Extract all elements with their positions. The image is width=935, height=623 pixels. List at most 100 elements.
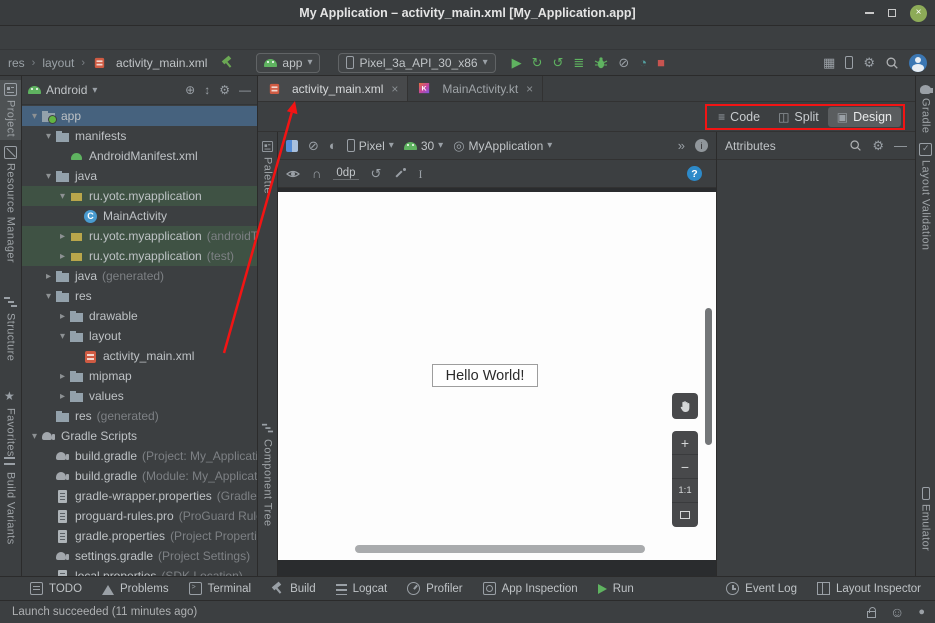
tree-chevron-icon[interactable]: ▾ xyxy=(56,191,69,202)
infer-constraints-wand-icon[interactable] xyxy=(393,167,406,180)
tree-chevron-icon[interactable]: ▾ xyxy=(56,331,69,342)
bottom-tool-button[interactable]: Build xyxy=(271,582,316,595)
bottom-tool-button[interactable]: Profiler xyxy=(407,582,462,595)
default-margin-button[interactable]: 0dp xyxy=(333,167,358,180)
tree-row[interactable]: ▸ drawable xyxy=(22,306,257,326)
view-options-eye-icon[interactable] xyxy=(286,167,300,181)
locate-file-icon[interactable]: ⊕ xyxy=(185,83,195,97)
view-mode-button[interactable]: ≡ Code xyxy=(709,107,769,127)
view-mode-button[interactable]: ▣ Design xyxy=(828,107,901,127)
orientation-icon[interactable]: ◐ xyxy=(329,139,337,152)
menu-item[interactable] xyxy=(6,36,20,40)
tree-row[interactable]: ▾ layout xyxy=(22,326,257,346)
zoom-out-button[interactable]: − xyxy=(672,455,698,479)
render-issues-icon[interactable]: i xyxy=(695,139,708,152)
avatar[interactable] xyxy=(909,54,927,72)
bottom-tool-button[interactable]: TODO xyxy=(30,582,82,595)
tool-window-button[interactable]: Project xyxy=(0,80,21,140)
run-icon[interactable]: ▶ xyxy=(512,56,522,69)
tool-window-button[interactable]: Favorites xyxy=(0,388,21,460)
tab-close-icon[interactable]: × xyxy=(526,82,533,96)
tree-row[interactable]: ▾ ru.yotc.myapplication xyxy=(22,186,257,206)
tree-row[interactable]: MainActivity xyxy=(22,206,257,226)
menu-item[interactable] xyxy=(86,36,100,40)
tool-window-button[interactable]: Build Variants xyxy=(0,452,21,548)
menu-item[interactable] xyxy=(118,36,132,40)
tree-row[interactable]: local.properties (SDK Location) xyxy=(22,566,257,576)
zoom-reset-button[interactable]: 1:1 xyxy=(672,479,698,503)
build-hammer-icon[interactable] xyxy=(221,56,234,69)
tree-row[interactable]: ▾ res xyxy=(22,286,257,306)
lock-icon[interactable] xyxy=(867,611,876,618)
autoconnect-magnet-icon[interactable]: ∩ xyxy=(312,167,321,180)
tree-row[interactable]: ▾ Gradle Scripts xyxy=(22,426,257,446)
run-config-dropdown[interactable]: app ▾ xyxy=(256,53,320,73)
menu-item[interactable] xyxy=(22,36,36,40)
bottom-tool-button[interactable]: Logcat xyxy=(336,583,388,595)
hide-panel-icon[interactable]: — xyxy=(239,83,251,97)
tree-row[interactable]: ▸ values xyxy=(22,386,257,406)
guideline-icon[interactable]: I xyxy=(418,167,422,180)
apply-changes-icon[interactable]: ↻ xyxy=(532,56,543,69)
bottom-tool-button[interactable]: Event Log xyxy=(726,582,797,595)
help-icon[interactable]: ? xyxy=(687,166,702,181)
tool-window-button[interactable]: Gradle xyxy=(916,80,935,136)
sdk-manager-icon[interactable]: ⚙ xyxy=(863,56,875,69)
device-manager-icon[interactable] xyxy=(845,56,853,69)
debug-icon[interactable] xyxy=(594,56,608,70)
horizontal-scrollbar[interactable] xyxy=(355,545,645,553)
tree-row[interactable]: gradle-wrapper.properties (Gradle Versio… xyxy=(22,486,257,506)
bottom-tool-button[interactable]: Layout Inspector xyxy=(817,582,921,595)
sync-project-icon[interactable]: ▦ xyxy=(823,56,835,69)
bottom-tool-button[interactable]: App Inspection xyxy=(483,582,578,595)
tree-chevron-icon[interactable]: ▸ xyxy=(56,231,69,242)
breadcrumb-layout[interactable]: layout xyxy=(42,56,74,70)
theme-selector[interactable]: ◎ MyApplication ▾ xyxy=(453,139,552,153)
tree-row[interactable]: activity_main.xml xyxy=(22,346,257,366)
tree-chevron-icon[interactable]: ▸ xyxy=(56,311,69,322)
tree-row[interactable]: ▸ java (generated) xyxy=(22,266,257,286)
tree-chevron-icon[interactable]: ▾ xyxy=(28,111,41,122)
profiler-icon[interactable]: ◔ xyxy=(639,56,647,69)
editor-tab[interactable]: activity_main.xml × xyxy=(258,76,408,101)
collapse-all-icon[interactable]: ↕ xyxy=(204,83,210,97)
maximize-button[interactable] xyxy=(888,9,896,17)
search-icon[interactable] xyxy=(849,139,862,152)
design-surface[interactable]: Hello World! + − 1:1 xyxy=(278,188,716,576)
menu-item[interactable] xyxy=(38,36,52,40)
device-selector[interactable]: Pixel ▾ xyxy=(347,139,394,153)
menu-item[interactable] xyxy=(54,36,68,40)
editor-tab[interactable]: MainActivity.kt × xyxy=(408,76,543,101)
breadcrumb-res[interactable]: res xyxy=(8,56,25,70)
tree-row[interactable]: settings.gradle (Project Settings) xyxy=(22,546,257,566)
tree-row[interactable]: ▸ ru.yotc.myapplication (androidTest) xyxy=(22,226,257,246)
menu-item[interactable] xyxy=(102,36,116,40)
menu-item[interactable] xyxy=(182,36,196,40)
palette-tool-button[interactable]: Palette xyxy=(258,140,277,194)
tree-row[interactable]: build.gradle (Module: My_Application.app… xyxy=(22,466,257,486)
tree-row[interactable]: ▸ ru.yotc.myapplication (test) xyxy=(22,246,257,266)
device-canvas[interactable]: Hello World! xyxy=(278,192,716,560)
stop-icon[interactable]: ■ xyxy=(657,56,665,69)
menu-item[interactable] xyxy=(134,36,148,40)
tree-chevron-icon[interactable]: ▾ xyxy=(42,291,55,302)
menu-item[interactable] xyxy=(150,36,164,40)
tree-chevron-icon[interactable]: ▾ xyxy=(42,171,55,182)
close-button[interactable]: × xyxy=(910,5,927,22)
tree-chevron-icon[interactable]: ▸ xyxy=(42,271,55,282)
tree-row[interactable]: AndroidManifest.xml xyxy=(22,146,257,166)
hide-panel-icon[interactable]: — xyxy=(894,139,907,152)
minimize-button[interactable] xyxy=(865,12,874,14)
clear-constraints-icon[interactable]: ↺ xyxy=(371,167,382,180)
hello-world-textview[interactable]: Hello World! xyxy=(432,364,538,387)
breadcrumb-activity-main[interactable]: activity_main.xml xyxy=(92,55,207,70)
zoom-in-button[interactable]: + xyxy=(672,431,698,455)
menu-item[interactable] xyxy=(166,36,180,40)
pan-hand-button[interactable] xyxy=(672,393,698,419)
tool-window-button[interactable]: Emulator xyxy=(916,484,935,554)
tree-chevron-icon[interactable]: ▸ xyxy=(56,251,69,262)
tree-row[interactable]: proguard-rules.pro (ProGuard Rules for a… xyxy=(22,506,257,526)
tree-row[interactable]: ▾ manifests xyxy=(22,126,257,146)
coverage-icon[interactable]: ⊘ xyxy=(618,56,629,69)
tab-close-icon[interactable]: × xyxy=(391,82,398,96)
